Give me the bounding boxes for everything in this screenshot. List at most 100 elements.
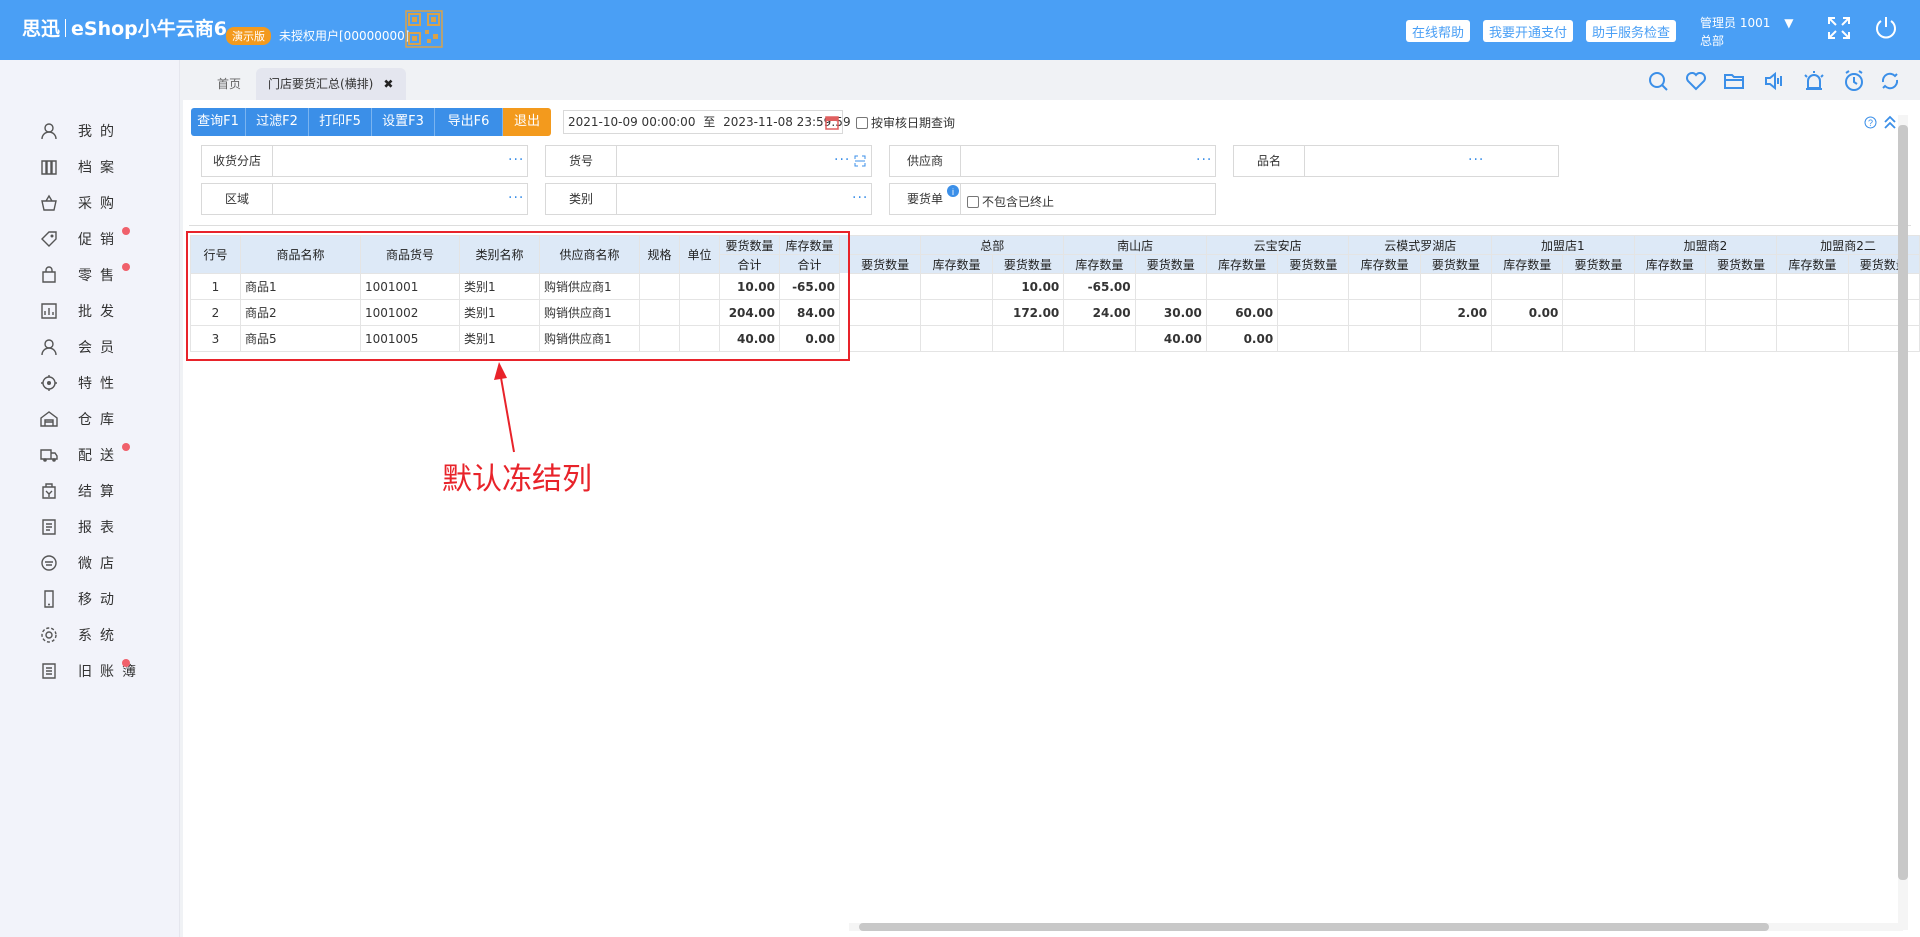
store-header[interactable]: 总部	[920, 235, 1065, 255]
store-header[interactable]: 加盟店1	[1491, 235, 1635, 255]
calendar-icon[interactable]	[825, 114, 839, 130]
table-row[interactable]: 10.00 -65.00	[848, 273, 1920, 300]
item-name-filter[interactable]: 品名 ···	[1233, 145, 1559, 177]
store-header[interactable]: 云宝安店	[1205, 235, 1350, 255]
date-from[interactable]: 2021-10-09 00:00:00	[568, 115, 695, 129]
sidebar-item-10[interactable]: 结算	[40, 478, 170, 504]
sidebar-item-4[interactable]: 零售	[40, 262, 170, 288]
sidebar-item-8[interactable]: 仓库	[40, 406, 170, 432]
refresh-icon[interactable]	[1879, 70, 1901, 92]
store-header[interactable]: 加盟商2	[1633, 235, 1778, 255]
close-icon[interactable]: ✖	[383, 77, 393, 91]
chart-icon	[41, 303, 57, 319]
cell-value	[1348, 299, 1421, 326]
open-payment-button[interactable]: 我要开通支付	[1483, 20, 1574, 42]
more-icon[interactable]: ···	[834, 152, 850, 168]
horizontal-scrollbar[interactable]	[849, 923, 1903, 931]
settle-icon	[42, 483, 56, 499]
region-label: 区域	[202, 184, 273, 214]
shop-icon	[41, 555, 57, 571]
region-filter[interactable]: 区域 ···	[201, 183, 528, 215]
qr-code-icon[interactable]	[405, 10, 443, 48]
sidebar-item-2[interactable]: 采购	[40, 190, 170, 216]
sidebar-item-15[interactable]: 旧账簿	[40, 658, 170, 684]
online-help-button[interactable]: 在线帮助	[1406, 20, 1471, 42]
cell-value	[1847, 325, 1920, 352]
more-icon[interactable]: ···	[508, 190, 524, 206]
speaker-icon[interactable]	[1763, 70, 1785, 92]
cell-value	[1063, 325, 1136, 352]
table-row[interactable]: 172.00 24.00 30.00 60.00 2.00 0.00	[848, 299, 1920, 326]
store-header[interactable]: 云模式罗湖店	[1348, 235, 1493, 255]
tab-active[interactable]: 门店要货汇总(横排) ✖	[256, 68, 406, 100]
folder-icon[interactable]	[1723, 70, 1745, 92]
tab-home[interactable]: 首页	[205, 68, 253, 100]
sidebar-item-label: 结算	[78, 484, 122, 500]
info-icon[interactable]: i	[947, 185, 959, 197]
item-no-filter[interactable]: 货号 ···	[545, 145, 872, 177]
sidebar-item-7[interactable]: 特性	[40, 370, 170, 396]
sidebar-item-label: 系统	[78, 628, 122, 644]
sidebar-item-0[interactable]: 我的	[40, 118, 170, 144]
store-header[interactable]: 南山店	[1063, 235, 1207, 255]
more-icon[interactable]: ···	[1196, 152, 1212, 168]
toolbar-button-0[interactable]: 查询F1	[191, 108, 246, 136]
cell-value	[1704, 273, 1778, 300]
alarm-light-icon[interactable]	[1803, 70, 1825, 92]
sidebar-item-6[interactable]: 会员	[40, 334, 170, 360]
vertical-scrollbar[interactable]	[1898, 115, 1908, 930]
help-icon[interactable]: ?	[1864, 116, 1877, 129]
search-icon[interactable]	[1647, 70, 1669, 92]
archive-icon	[41, 160, 57, 175]
category-filter[interactable]: 类别 ···	[545, 183, 872, 215]
cell-value	[920, 325, 993, 352]
cell-value	[1491, 273, 1564, 300]
sidebar-item-14[interactable]: 系统	[40, 622, 170, 648]
annotation-box	[186, 231, 850, 361]
more-icon[interactable]: ···	[1468, 152, 1484, 168]
checkbox[interactable]	[856, 116, 868, 129]
sidebar-item-1[interactable]: 档案	[40, 154, 170, 180]
service-check-button[interactable]: 助手服务检查	[1586, 20, 1677, 42]
sidebar-item-12[interactable]: 微店	[40, 550, 170, 576]
toolbar-button-2[interactable]: 打印F5	[309, 108, 372, 136]
user-menu[interactable]: 管理员 1001 ▼ 总部	[1700, 14, 1793, 50]
sidebar-item-11[interactable]: 报表	[40, 514, 170, 540]
heart-icon[interactable]	[1685, 70, 1707, 92]
supplier-filter[interactable]: 供应商 ···	[889, 145, 1216, 177]
table-row[interactable]: 40.00 0.00	[848, 325, 1920, 352]
chevron-down-icon[interactable]: ▼	[1784, 16, 1793, 30]
toolbar-button-4[interactable]: 导出F6	[435, 108, 503, 136]
toolbar-button-1[interactable]: 过滤F2	[246, 108, 309, 136]
sidebar-item-13[interactable]: 移动	[40, 586, 170, 612]
cell-value	[920, 299, 993, 326]
collapse-icon[interactable]	[1883, 114, 1897, 130]
exclude-terminated-checkbox[interactable]: 不包含已终止	[967, 193, 1054, 210]
clock-icon[interactable]	[1843, 70, 1865, 92]
power-icon[interactable]	[1872, 14, 1900, 42]
sidebar-item-3[interactable]: 促销	[40, 226, 170, 252]
order-filter[interactable]: 要货单 i 不包含已终止	[889, 183, 1216, 215]
cell-value	[1847, 273, 1920, 300]
audit-date-checkbox[interactable]: 按审核日期查询	[856, 114, 955, 131]
brand-name-product: eShop小牛云商6	[71, 18, 227, 40]
sidebar-item-label: 报表	[78, 520, 122, 536]
sidebar-item-5[interactable]: 批发	[40, 298, 170, 324]
toolbar-button-5[interactable]: 退出	[503, 108, 551, 136]
fullscreen-icon[interactable]	[1825, 14, 1853, 42]
date-range-picker[interactable]: 2021-10-09 00:00:00 至 2023-11-08 23:59:5…	[563, 110, 851, 134]
branch-filter[interactable]: 收货分店 ···	[201, 145, 528, 177]
member-icon	[41, 339, 57, 356]
more-icon[interactable]: ···	[508, 152, 524, 168]
sidebar-item-label: 我的	[78, 124, 122, 140]
scan-icon[interactable]	[854, 155, 866, 167]
more-icon[interactable]: ···	[852, 190, 868, 206]
bag-icon	[42, 266, 56, 283]
sidebar-item-9[interactable]: 配送	[40, 442, 170, 468]
cell-value	[1205, 273, 1279, 300]
toolbar-button-3[interactable]: 设置F3	[372, 108, 435, 136]
content-panel: 查询F1 过滤F2 打印F5 设置F3 导出F6 退出 2021-10-09 00:00:…	[183, 100, 1920, 937]
cell-value	[1277, 325, 1350, 352]
exclude-terminated-label: 不包含已终止	[982, 195, 1055, 209]
checkbox[interactable]	[967, 195, 979, 208]
